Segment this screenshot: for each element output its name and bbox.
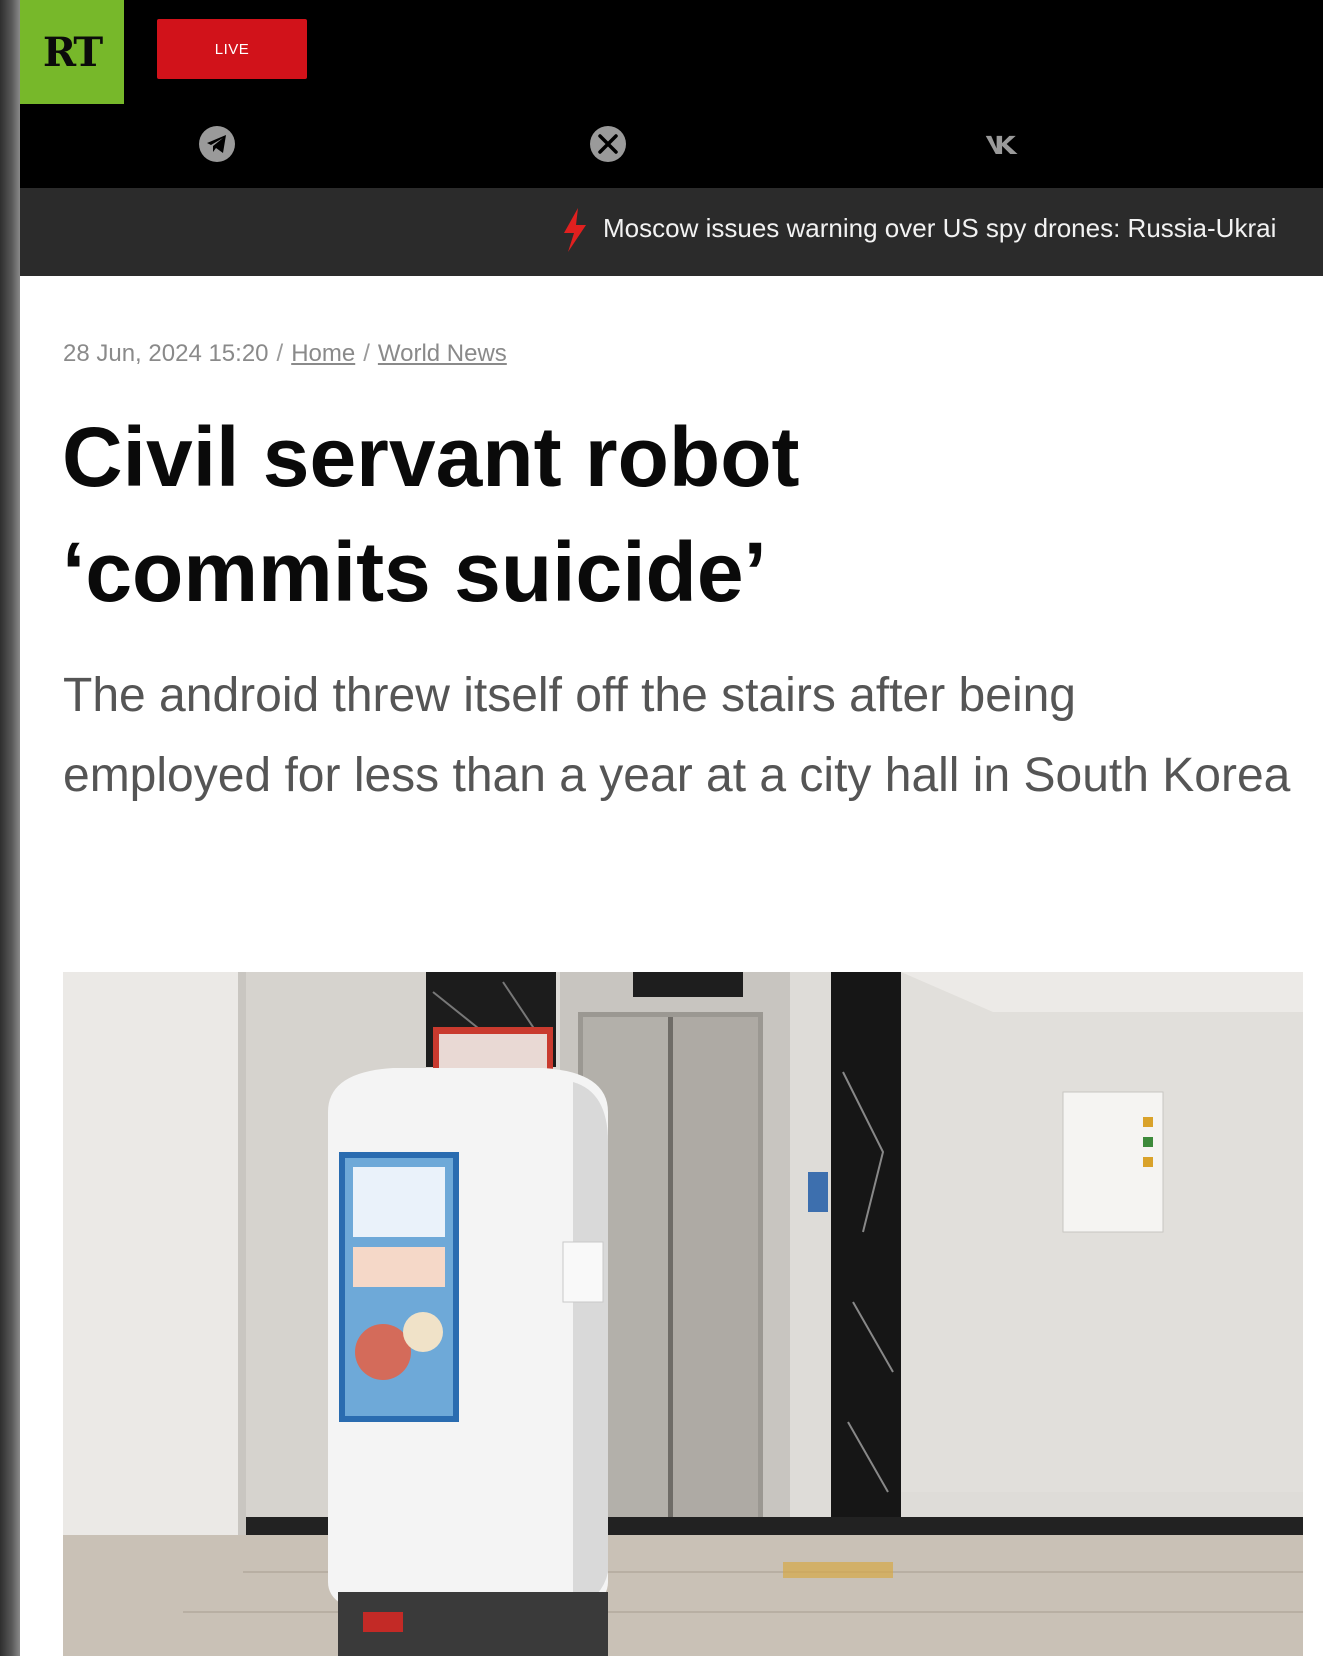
article-summary: The android threw itself off the stairs …	[63, 669, 1291, 802]
article-headline: Civil servant robot ‘commits suicide’	[62, 400, 1262, 630]
ticker-headline[interactable]: Moscow issues warning over US spy drones…	[603, 213, 1276, 244]
live-button[interactable]: LIVE	[157, 19, 307, 79]
headline-line-2: ‘commits suicide’	[62, 525, 767, 619]
breadcrumb-world-news[interactable]: World News	[378, 340, 507, 367]
vk-icon[interactable]	[983, 124, 1023, 164]
browser-edge	[0, 0, 20, 1656]
article-meta: 28 Jun, 2024 15:20/Home / World News	[63, 340, 507, 367]
breadcrumb-home[interactable]: Home	[291, 340, 355, 367]
news-ticker[interactable]: Moscow issues warning over US spy drones…	[20, 188, 1323, 276]
rt-logo[interactable]: RT	[20, 0, 124, 104]
publish-date: 28 Jun, 2024 15:20	[63, 340, 269, 367]
telegram-icon[interactable]	[197, 124, 237, 164]
site-header: RT LIVE	[20, 0, 1323, 188]
x-icon[interactable]	[588, 124, 628, 164]
article-photo[interactable]	[63, 972, 1303, 1656]
headline-line-1: Civil servant robot	[62, 410, 800, 504]
lightning-icon	[564, 208, 586, 252]
